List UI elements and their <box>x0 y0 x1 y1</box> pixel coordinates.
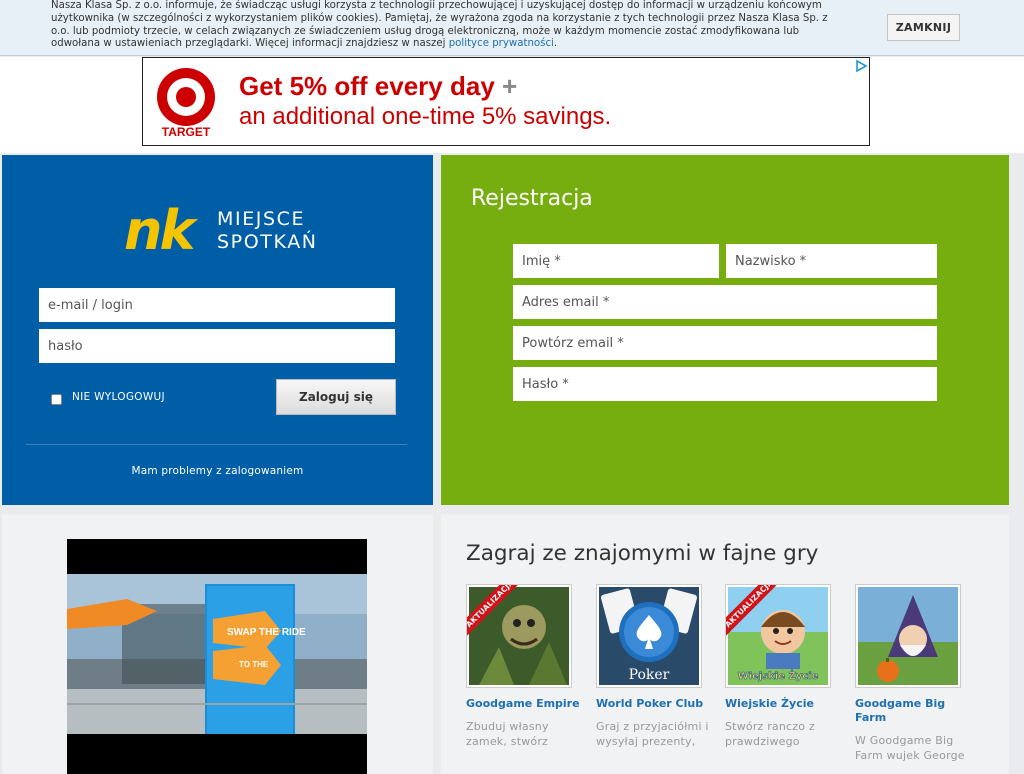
tagline-line-1: MIEJSCE <box>217 208 306 230</box>
registration-panel: Rejestracja Imię * Nazwisko * Adres emai… <box>441 155 1009 505</box>
wiejskie-thumb-text: Wiejskie Życie <box>738 668 819 682</box>
ad-area: TARGET Get 5% off every day + an additio… <box>0 57 1024 153</box>
target-logo-icon <box>157 68 215 126</box>
remember-me-checkbox[interactable] <box>51 394 62 405</box>
game-description: W Goodgame Big Farm wujek George <box>855 734 965 762</box>
close-cookie-button[interactable]: ZAMKNIJ <box>887 14 960 41</box>
tagline-line-2: SPOTKAŃ <box>217 231 318 253</box>
cookie-banner: Nasza Klasa Sp. z o.o. informuje, że świ… <box>0 0 1024 56</box>
game-description: Graj z przyjaciółmi i wysyłaj prezenty, <box>596 720 709 748</box>
advertisement-banner[interactable]: TARGET Get 5% off every day + an additio… <box>142 57 870 146</box>
target-brand: TARGET <box>161 125 211 139</box>
email-repeat-input[interactable]: Powtórz email * <box>513 326 937 360</box>
privacy-policy-link[interactable]: polityce prywatności <box>449 38 554 49</box>
video-frame: SWAP THE RIDE TO THE <box>67 539 367 774</box>
cookie-message: Nasza Klasa Sp. z o.o. informuje, że świ… <box>51 0 828 50</box>
ad-headline: Get 5% off every day + <box>239 71 517 102</box>
poker-thumb-text: Poker <box>629 667 670 683</box>
video-sign-text: SWAP THE RIDE <box>227 627 306 638</box>
login-button[interactable]: Zaloguj się <box>276 379 396 415</box>
game-thumbnail[interactable] <box>855 584 961 688</box>
game-thumbnail[interactable]: AKTUALIZACJA <box>466 584 572 688</box>
cookie-text: Nasza Klasa Sp. z o.o. informuje, że świ… <box>51 0 828 50</box>
promo-video[interactable]: SWAP THE RIDE TO THE <box>67 539 367 774</box>
ad-plus: + <box>502 71 518 101</box>
game-thumbnail[interactable]: Poker <box>596 584 702 688</box>
email-login-input[interactable]: e-mail / login <box>39 288 395 322</box>
ad-subline: an additional one-time 5% savings. <box>239 103 612 130</box>
game-card[interactable]: AKTUALIZACJA Goodgame Empire Zbuduj włas… <box>466 584 586 749</box>
video-panel: SWAP THE RIDE TO THE <box>2 514 433 774</box>
game-name[interactable]: Goodgame Empire <box>466 697 586 711</box>
login-panel: nk MIEJSCE SPOTKAŃ e-mail / login hasło … <box>2 155 433 505</box>
world-poker-club-thumb: Poker <box>599 587 699 685</box>
login-problems-link[interactable]: Mam problemy z zalogowaniem <box>2 465 433 477</box>
adchoices-icon[interactable] <box>854 59 868 73</box>
ad-headline-text: Get 5% off every day <box>239 71 495 101</box>
game-card[interactable]: Wiejskie Życie AKTUALIZACJA Wiejskie Życ… <box>725 584 845 749</box>
game-description: Stwórz ranczo z prawdziwego <box>725 720 815 748</box>
registration-title: Rejestracja <box>471 186 593 211</box>
game-description: Zbuduj własny zamek, stwórz <box>466 720 549 748</box>
nk-tagline: MIEJSCE SPOTKAŃ <box>217 208 318 254</box>
game-name[interactable]: Goodgame Big Farm <box>855 697 955 725</box>
game-card[interactable]: Goodgame Big Farm W Goodgame Big Farm wu… <box>855 584 975 763</box>
games-panel: Zagraj ze znajomymi w fajne gry AKTUALIZ… <box>441 514 1009 774</box>
goodgame-big-farm-thumb <box>858 587 958 685</box>
video-sign-small: TO THE <box>239 660 269 669</box>
login-divider <box>26 444 407 445</box>
game-thumbnail[interactable]: Wiejskie Życie AKTUALIZACJA <box>725 584 831 688</box>
password-input[interactable]: hasło <box>39 329 395 363</box>
email-input[interactable]: Adres email * <box>513 285 937 319</box>
last-name-input[interactable]: Nazwisko * <box>726 244 937 278</box>
nk-logo-text: nk <box>124 205 198 255</box>
first-name-input[interactable]: Imię * <box>513 244 719 278</box>
game-name[interactable]: World Poker Club <box>596 697 716 711</box>
game-card[interactable]: Poker World Poker Club Graj z przyjaciół… <box>596 584 716 749</box>
game-name[interactable]: Wiejskie Życie <box>725 697 845 711</box>
games-title: Zagraj ze znajomymi w fajne gry <box>466 541 819 566</box>
register-password-input[interactable]: Hasło * <box>513 367 937 401</box>
remember-me-label[interactable]: NIE WYLOGOWUJ <box>72 391 165 403</box>
nk-logo: nk <box>124 205 201 255</box>
